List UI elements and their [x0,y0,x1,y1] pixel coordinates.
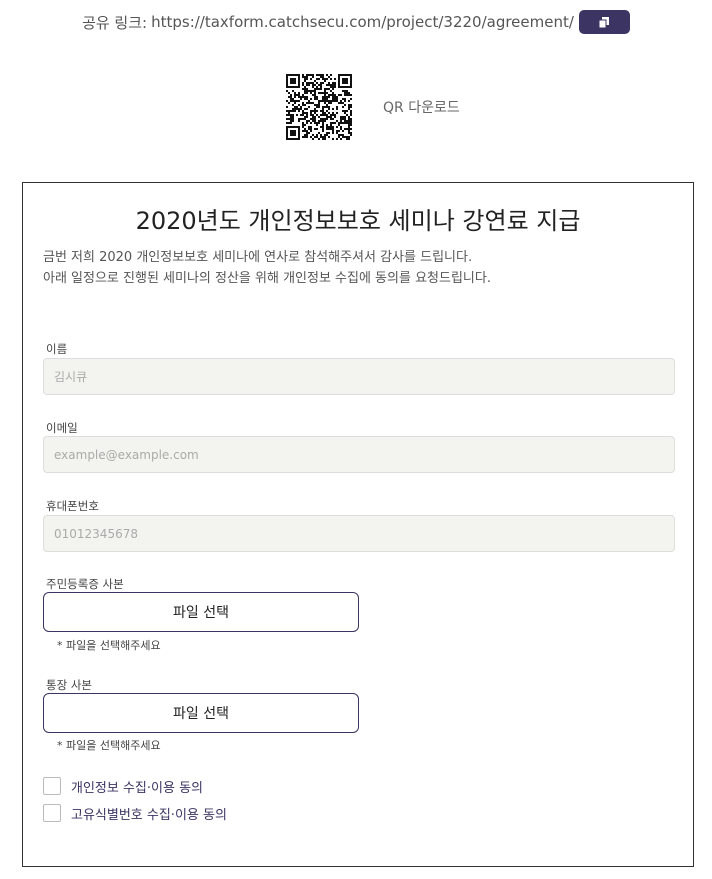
name-input[interactable] [43,358,675,395]
form-description: 금번 저희 2020 개인정보보호 세미나에 연사로 참석해주셔서 감사를 드립… [43,247,673,289]
copy-link-button[interactable] [578,10,630,34]
email-label: 이메일 [46,421,78,435]
qr-code [286,74,352,140]
description-line: 금번 저희 2020 개인정보보호 세미나에 연사로 참석해주셔서 감사를 드립… [43,250,473,265]
qr-code-image [286,74,352,140]
share-link-row: 공유 링크: https://taxform.catchsecu.com/pro… [0,10,712,34]
share-link-url[interactable]: https://taxform.catchsecu.com/project/32… [151,13,574,31]
copy-icon [599,16,610,28]
bankbook-copy-label: 통장 사본 [46,678,92,692]
phone-label: 휴대폰번호 [46,499,99,513]
consent-unique-id[interactable]: 고유식별번호 수집·이용 동의 [43,803,227,823]
qr-download-link[interactable]: QR 다운로드 [383,97,460,117]
consent-personal-info-checkbox[interactable] [43,777,61,795]
consent-personal-info[interactable]: 개인정보 수집·이용 동의 [43,776,203,796]
description-line: 아래 일정으로 진행된 세미나의 정산을 위해 개인정보 수집에 동의를 요청드… [43,271,491,286]
phone-input[interactable] [43,515,675,552]
page-title: 2020년도 개인정보보호 세미나 강연료 지급 [135,207,581,235]
share-link-label: 공유 링크: [82,13,148,32]
consent-personal-info-label[interactable]: 개인정보 수집·이용 동의 [71,777,203,796]
agreement-form: 2020년도 개인정보보호 세미나 강연료 지급 금번 저희 2020 개인정보… [22,182,694,867]
id-copy-file-button[interactable]: 파일 선택 [43,592,359,632]
email-input[interactable] [43,436,675,473]
id-copy-hint: * 파일을 선택해주세요 [57,639,161,652]
id-copy-label: 주민등록증 사본 [46,577,124,591]
bankbook-copy-hint: * 파일을 선택해주세요 [57,739,161,752]
bankbook-copy-file-button[interactable]: 파일 선택 [43,693,359,733]
consent-unique-id-checkbox[interactable] [43,804,61,822]
name-label: 이름 [46,342,68,356]
consent-unique-id-label[interactable]: 고유식별번호 수집·이용 동의 [71,804,227,823]
